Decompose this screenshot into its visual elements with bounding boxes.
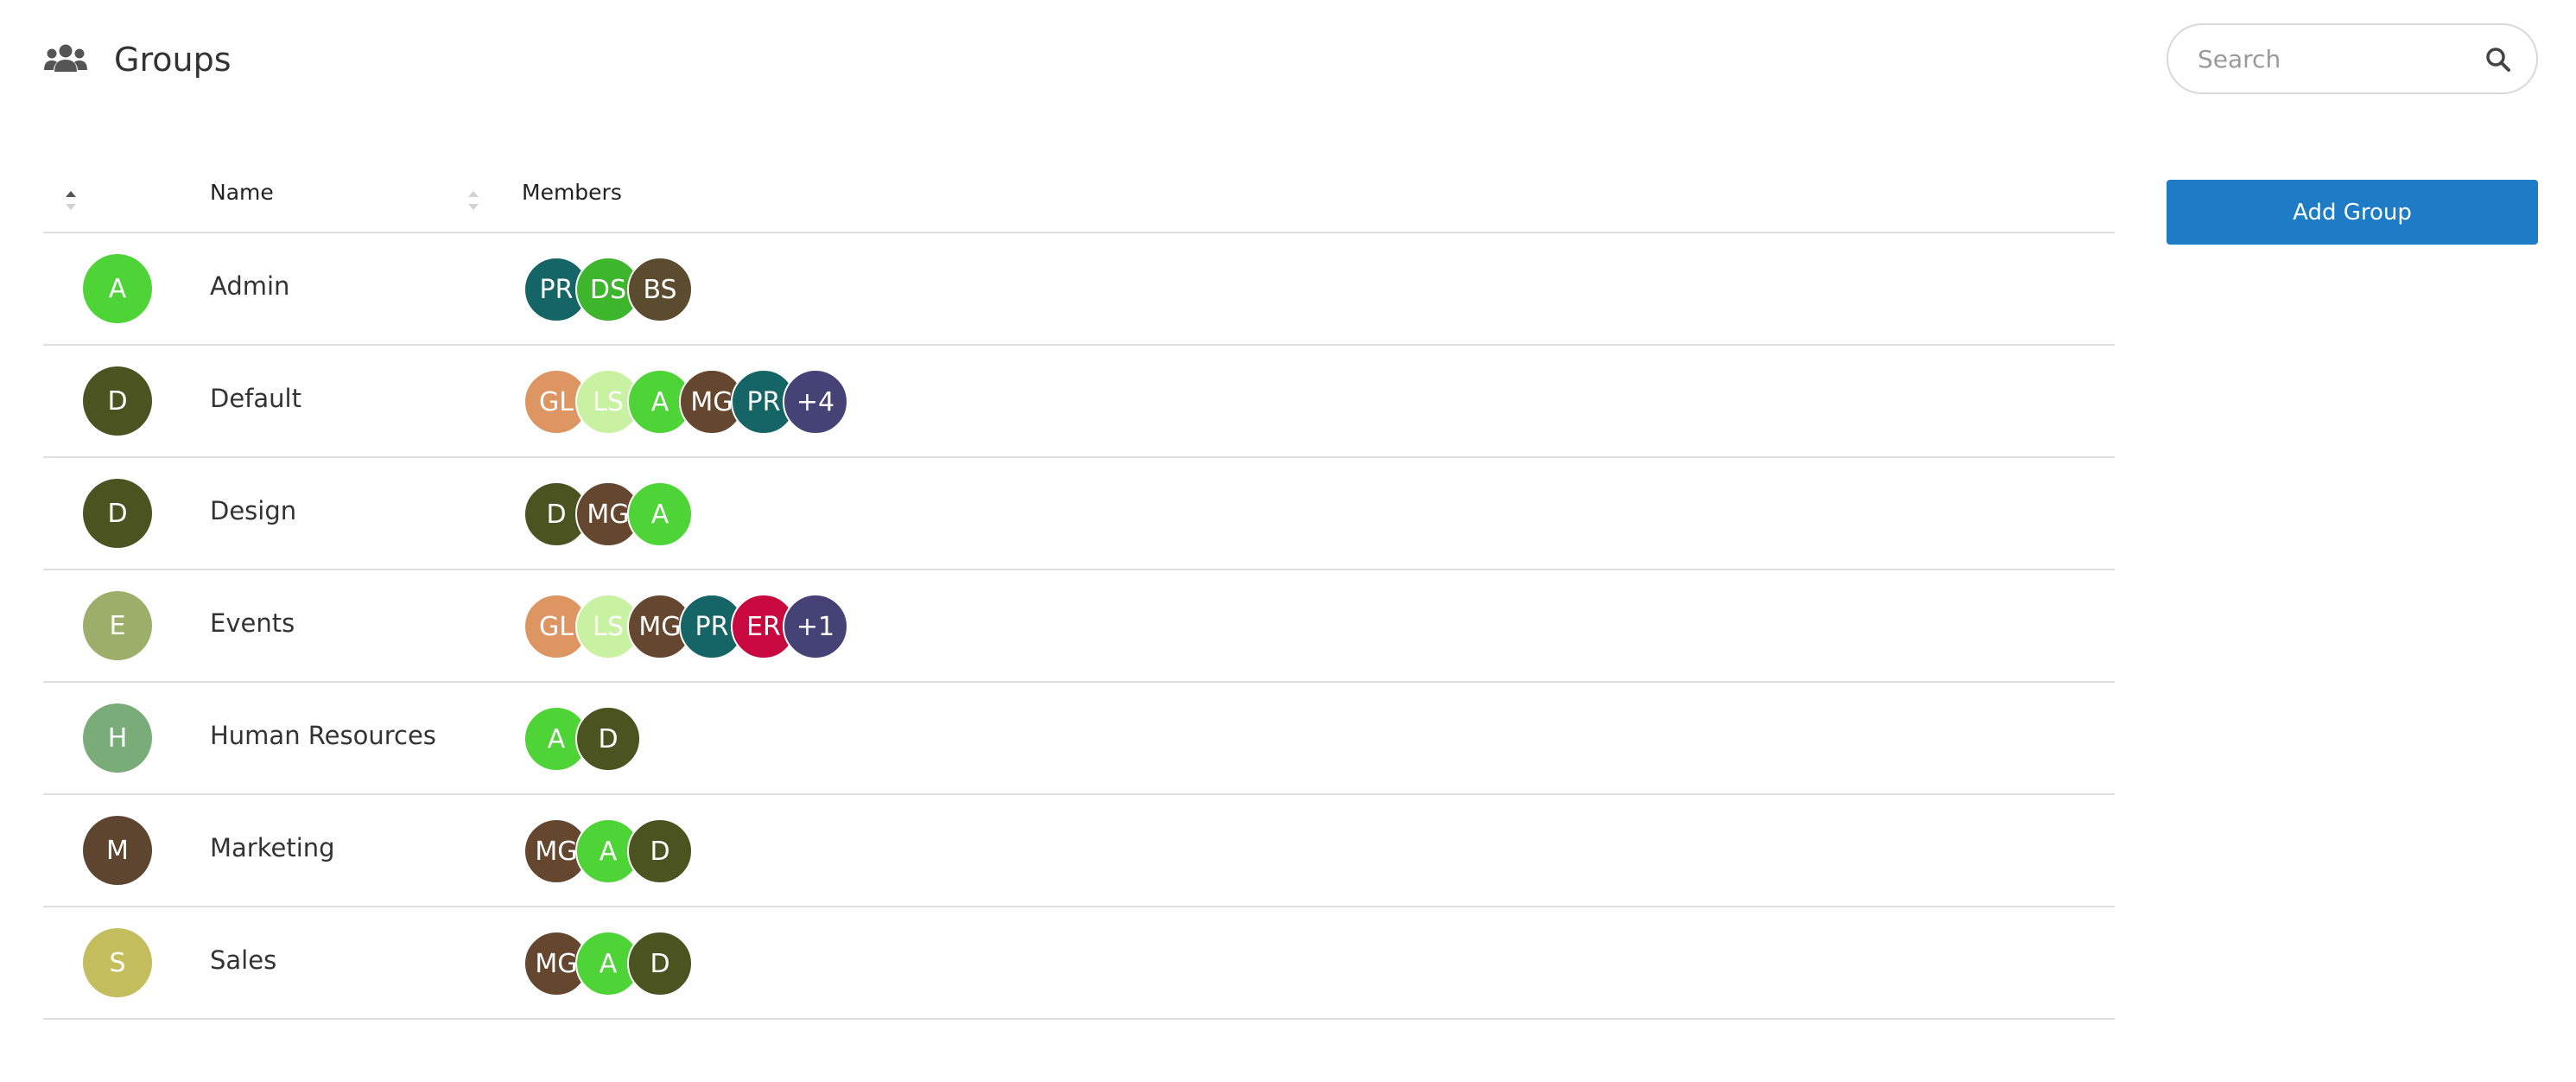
groups-page: Groups Add Group Name Members AAdminPRDS… <box>0 0 2576 1082</box>
page-title: Groups <box>114 41 232 79</box>
page-header: Groups <box>43 31 232 88</box>
search-icon[interactable] <box>2484 46 2512 73</box>
sort-icon[interactable] <box>62 183 79 218</box>
group-name[interactable]: Admin <box>210 271 289 301</box>
member-avatar[interactable]: A <box>627 481 693 547</box>
group-name[interactable]: Events <box>210 608 295 638</box>
table-row[interactable]: H Human Resources A D <box>43 683 2115 795</box>
group-name[interactable]: Design <box>210 496 296 525</box>
group-name[interactable]: Human Resources <box>210 721 436 750</box>
member-avatar[interactable]: +1 <box>783 594 848 659</box>
member-avatar[interactable]: +4 <box>783 369 848 435</box>
search-input[interactable] <box>2196 43 2476 74</box>
table-header: Name Members <box>43 164 2115 233</box>
groups-table: Name Members A Admin PR DS BS D Default GL LS A MG… <box>43 164 2115 1020</box>
group-avatar: D <box>83 479 152 548</box>
table-row[interactable]: E Events GL LS MG PR ER +1 <box>43 570 2115 683</box>
add-group-button[interactable]: Add Group <box>2167 180 2538 245</box>
group-avatar: S <box>83 928 152 997</box>
column-header-name[interactable]: Name <box>210 180 274 205</box>
member-avatar[interactable]: D <box>627 931 693 996</box>
table-row[interactable]: A Admin PR DS BS <box>43 233 2115 346</box>
group-name[interactable]: Sales <box>210 945 276 975</box>
table-row[interactable]: D Design D MG A <box>43 458 2115 570</box>
member-avatar[interactable]: BS <box>627 257 693 322</box>
group-avatar: M <box>83 816 152 885</box>
column-header-members: Members <box>522 180 622 205</box>
member-avatar[interactable]: D <box>575 706 641 772</box>
group-avatar: A <box>83 254 152 323</box>
group-avatar: H <box>83 703 152 773</box>
sort-name-icon[interactable] <box>465 183 482 218</box>
group-avatar: E <box>83 591 152 660</box>
group-name[interactable]: Marketing <box>210 833 335 862</box>
table-row[interactable]: D Default GL LS A MG PR +4 <box>43 346 2115 458</box>
table-row[interactable]: M Marketing MG A D <box>43 795 2115 907</box>
search-box <box>2167 23 2538 94</box>
member-avatar[interactable]: D <box>627 818 693 884</box>
group-avatar: D <box>83 366 152 436</box>
table-row[interactable]: S Sales MG A D <box>43 907 2115 1020</box>
users-icon <box>44 44 87 72</box>
group-name[interactable]: Default <box>210 384 301 413</box>
table-body: A Admin PR DS BS D Default GL LS A MG PR +4 D Design D M… <box>43 233 2115 1020</box>
